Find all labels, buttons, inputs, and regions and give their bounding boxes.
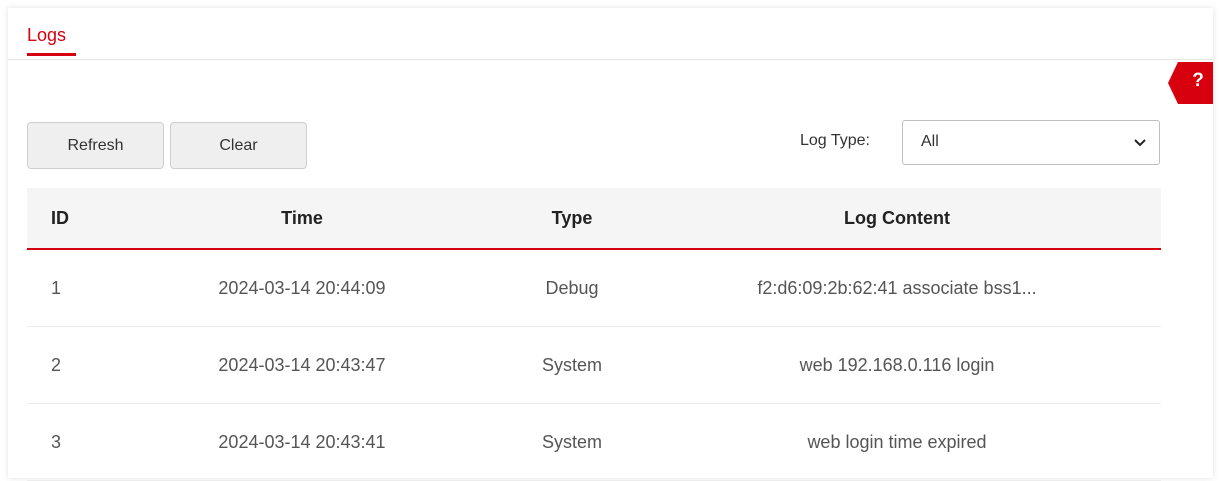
table-row: 3 2024-03-14 20:43:41 System web login t… xyxy=(27,404,1161,481)
tab-logs[interactable]: Logs xyxy=(27,25,66,46)
header-log-content: Log Content xyxy=(844,207,950,228)
cell-time: 2024-03-14 20:43:47 xyxy=(218,354,386,375)
cell-type: System xyxy=(541,431,602,452)
logs-table: ID Time Type Log Content 1 2024-03-14 20… xyxy=(27,188,1161,481)
active-tab-indicator xyxy=(27,53,76,56)
cell-log-content: f2:d6:09:2b:62:41 associate bss1... xyxy=(757,277,1037,298)
table-header: ID Time Type Log Content xyxy=(27,188,1161,250)
refresh-button[interactable]: Refresh xyxy=(27,122,164,169)
tab-bar: Logs xyxy=(8,8,1213,60)
header-time: Time xyxy=(281,207,323,228)
header-id: ID xyxy=(51,207,69,228)
help-button[interactable]: ? xyxy=(1168,62,1213,104)
table-row: 1 2024-03-14 20:44:09 Debug f2:d6:09:2b:… xyxy=(27,250,1161,327)
log-type-select[interactable]: All xyxy=(902,120,1160,165)
log-type-label: Log Type: xyxy=(800,132,870,149)
log-type-selected-value: All xyxy=(921,133,939,150)
help-question-mark: ? xyxy=(1192,70,1204,91)
clear-button[interactable]: Clear xyxy=(170,122,307,169)
cell-id: 3 xyxy=(51,431,62,452)
table-row: 2 2024-03-14 20:43:47 System web 192.168… xyxy=(27,327,1161,404)
chevron-down-icon xyxy=(1134,139,1146,147)
cell-time: 2024-03-14 20:44:09 xyxy=(218,277,386,298)
cell-id: 1 xyxy=(51,277,62,298)
cell-time: 2024-03-14 20:43:41 xyxy=(218,431,386,452)
cell-log-content: web 192.168.0.116 login xyxy=(799,354,995,375)
cell-id: 2 xyxy=(51,354,62,375)
logs-panel: Logs ? Refresh Clear Log Type: All ID Ti… xyxy=(8,8,1213,481)
cell-log-content: web login time expired xyxy=(807,431,987,452)
cell-type: System xyxy=(541,354,602,375)
header-type: Type xyxy=(551,207,593,228)
cell-type: Debug xyxy=(545,277,599,298)
